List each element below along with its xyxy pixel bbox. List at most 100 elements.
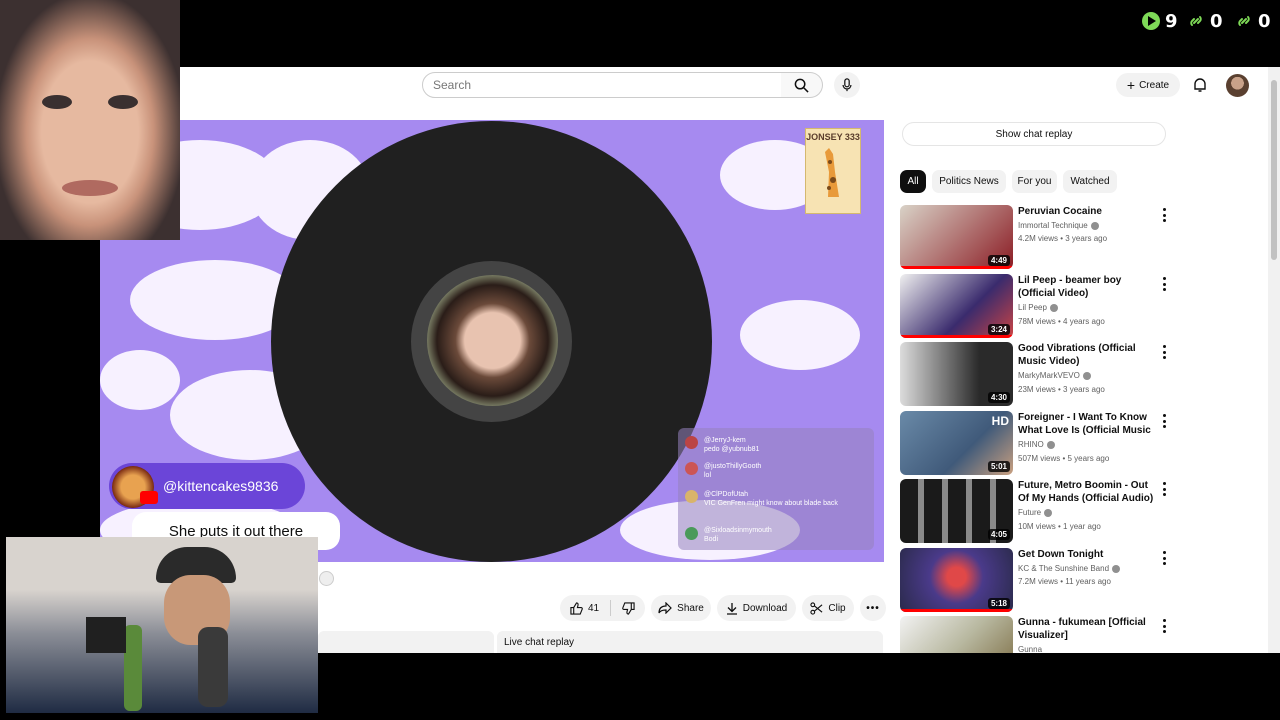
- more-vertical-icon[interactable]: [1160, 345, 1168, 359]
- video-title[interactable]: Foreigner - I Want To Know What Love Is …: [1018, 411, 1158, 437]
- related-video[interactable]: HD 5:01 Foreigner - I Want To Know What …: [900, 411, 1180, 475]
- video-channel[interactable]: Immortal Technique: [1018, 221, 1099, 230]
- video-thumbnail[interactable]: 4:30: [900, 342, 1013, 406]
- related-video[interactable]: 4:49 Peruvian Cocaine Immortal Technique…: [900, 205, 1180, 269]
- video-title[interactable]: Future, Metro Boomin - Out Of My Hands (…: [1018, 479, 1158, 505]
- chip-label: For you: [1017, 176, 1052, 187]
- video-channel[interactable]: Gunna: [1018, 645, 1042, 653]
- clip-button[interactable]: Clip: [802, 595, 854, 621]
- plus-icon: +: [1126, 77, 1136, 93]
- chip-watched[interactable]: Watched: [1063, 170, 1117, 193]
- create-label: Create: [1139, 79, 1170, 91]
- video-title[interactable]: Good Vibrations (Official Music Video): [1018, 342, 1158, 368]
- search-button[interactable]: [781, 72, 823, 98]
- notifications-button[interactable]: [1190, 75, 1210, 95]
- bell-icon: [1194, 78, 1206, 92]
- chat-msg: Bodi: [704, 536, 719, 543]
- share-button[interactable]: Share: [651, 595, 711, 621]
- video-title[interactable]: Peruvian Cocaine: [1018, 205, 1158, 218]
- chip-politics-news[interactable]: Politics News: [932, 170, 1006, 193]
- video-title[interactable]: Get Down Tonight: [1018, 548, 1158, 561]
- channel-name[interactable]: Immortal Technique: [1018, 221, 1088, 230]
- video-meta: 4.2M views • 3 years ago: [1018, 234, 1108, 243]
- hd-badge: HD: [991, 414, 1009, 428]
- live-chat-replay-label: Live chat replay: [504, 636, 575, 648]
- more-vertical-icon[interactable]: [1160, 482, 1168, 496]
- account-avatar[interactable]: [1226, 74, 1249, 97]
- scrollbar-thumb[interactable]: [1271, 80, 1277, 260]
- thumbs-up-icon[interactable]: [570, 601, 583, 615]
- chat-avatar: [685, 490, 698, 503]
- video-duration: 5:18: [987, 598, 1010, 609]
- video-meta: 7.2M views • 11 years ago: [1018, 577, 1111, 586]
- divider: [610, 600, 612, 616]
- play-icon: [1142, 12, 1160, 30]
- video-channel[interactable]: KC & The Sunshine Band: [1018, 564, 1121, 573]
- video-channel[interactable]: Lil Peep: [1018, 303, 1058, 312]
- more-vertical-icon[interactable]: [1160, 208, 1168, 222]
- channel-name[interactable]: Future: [1018, 508, 1041, 517]
- chip-for-you[interactable]: For you: [1012, 170, 1057, 193]
- chip-label: Watched: [1070, 176, 1110, 187]
- related-video[interactable]: 4:30 Good Vibrations (Official Music Vid…: [900, 342, 1180, 406]
- related-video[interactable]: Gunna - fukumean [Official Visualizer] G…: [900, 616, 1180, 653]
- more-vertical-icon[interactable]: [1160, 551, 1168, 565]
- video-thumbnail[interactable]: 4:49: [900, 205, 1013, 269]
- search-placeholder: Search: [433, 78, 472, 92]
- webcam-overlay-top: [0, 0, 180, 240]
- video-thumbnail[interactable]: 3:24: [900, 274, 1013, 338]
- video-title[interactable]: Lil Peep - beamer boy (Official Video): [1018, 274, 1158, 300]
- chat-msg: VIC GenFren might know about blade back: [704, 500, 838, 507]
- more-vertical-icon[interactable]: [1160, 414, 1168, 428]
- related-video[interactable]: 4:05 Future, Metro Boomin - Out Of My Ha…: [900, 479, 1180, 543]
- verified-icon: [1049, 303, 1058, 312]
- chat-user: @ClPDofUtah: [704, 491, 749, 498]
- related-video[interactable]: 5:18 Get Down Tonight KC & The Sunshine …: [900, 548, 1180, 612]
- more-vertical-icon[interactable]: [1160, 619, 1168, 633]
- stream-top-bar: [0, 0, 1280, 67]
- video-thumbnail[interactable]: [900, 616, 1013, 653]
- show-chat-replay-button[interactable]: Show chat replay: [902, 122, 1166, 146]
- more-actions-button[interactable]: •••: [860, 595, 886, 621]
- link-count-2: 0: [1258, 10, 1271, 32]
- link-icon: [1190, 16, 1202, 26]
- download-button[interactable]: Download: [717, 595, 796, 621]
- more-vertical-icon[interactable]: [1160, 277, 1168, 291]
- video-channel[interactable]: Future: [1018, 508, 1053, 517]
- chat-user: @JerryJ-kem: [704, 437, 746, 444]
- video-channel[interactable]: MarkyMarkVEVO: [1018, 371, 1091, 380]
- channel-name[interactable]: Gunna: [1018, 645, 1042, 653]
- create-button[interactable]: + Create: [1116, 73, 1180, 97]
- channel-name[interactable]: RHINO: [1018, 440, 1044, 449]
- like-count[interactable]: 41: [588, 603, 599, 614]
- verified-icon: [1046, 440, 1055, 449]
- chat-overlay-line: @justoThillyGooth lol: [704, 462, 869, 480]
- video-thumbnail[interactable]: HD 5:01: [900, 411, 1013, 475]
- live-chat-replay-header[interactable]: Live chat replay: [497, 631, 883, 653]
- video-duration: 4:05: [987, 529, 1010, 540]
- link-counter-1: 0: [1186, 10, 1223, 32]
- watched-progress-bar: [900, 266, 1013, 269]
- chip-all[interactable]: All: [900, 170, 926, 193]
- video-channel[interactable]: RHINO: [1018, 440, 1055, 449]
- video-title[interactable]: Gunna - fukumean [Official Visualizer]: [1018, 616, 1158, 642]
- webcam-overlay-bottom: [6, 537, 318, 713]
- channel-name[interactable]: KC & The Sunshine Band: [1018, 564, 1109, 573]
- video-thumbnail[interactable]: 4:05: [900, 479, 1013, 543]
- show-chat-replay-label: Show chat replay: [995, 128, 1073, 140]
- video-thumbnail[interactable]: 5:18: [900, 548, 1013, 612]
- microphone-icon: [842, 78, 852, 92]
- video-duration: 4:30: [987, 392, 1010, 403]
- voice-search-button[interactable]: [834, 72, 860, 98]
- monitor: [86, 617, 126, 653]
- channel-name[interactable]: Lil Peep: [1018, 303, 1047, 312]
- eye: [42, 95, 72, 109]
- search-input[interactable]: Search: [422, 72, 782, 98]
- description-strip: [318, 631, 494, 653]
- scissors-icon: [810, 601, 823, 615]
- youtube-play-icon: [140, 491, 158, 504]
- thumbs-down-icon[interactable]: [622, 601, 635, 615]
- related-video[interactable]: 3:24 Lil Peep - beamer boy (Official Vid…: [900, 274, 1180, 338]
- channel-name[interactable]: MarkyMarkVEVO: [1018, 371, 1080, 380]
- streamer-profile-image: [427, 275, 558, 406]
